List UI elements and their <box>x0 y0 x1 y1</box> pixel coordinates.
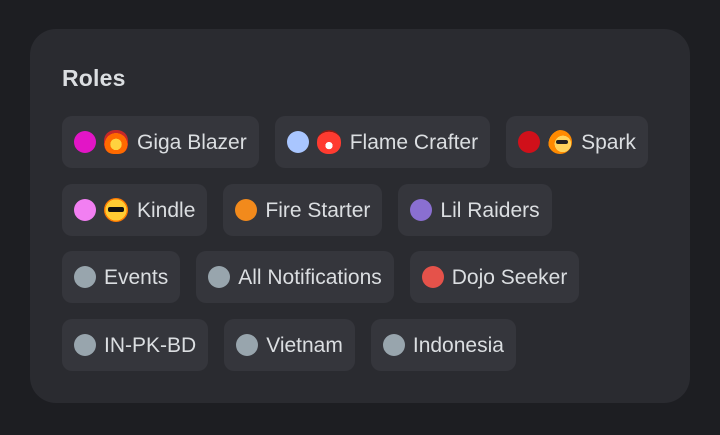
role-label: All Notifications <box>238 265 382 289</box>
cool-face-icon <box>104 198 128 222</box>
fire-face-icon <box>104 130 128 154</box>
role-pill-fire-starter[interactable]: Fire Starter <box>223 184 383 236</box>
role-pill-flame-crafter[interactable]: Flame Crafter <box>274 116 491 168</box>
role-label: Indonesia <box>412 333 504 357</box>
role-label: Giga Blazer <box>137 130 247 154</box>
role-pill-events[interactable]: Events <box>62 251 181 303</box>
role-label: Flame Crafter <box>349 130 479 154</box>
roles-row-1: Giga Blazer Flame Crafter Spark <box>62 116 648 168</box>
role-label: Events <box>104 265 169 289</box>
role-label: Vietnam <box>266 333 343 357</box>
roles-title: Roles <box>62 65 126 91</box>
role-label: IN-PK-BD <box>104 333 197 357</box>
role-pill-lil-raiders[interactable]: Lil Raiders <box>398 184 552 236</box>
role-label: Dojo Seeker <box>451 265 568 289</box>
role-color-dot <box>421 266 444 288</box>
role-color-dot <box>410 199 433 221</box>
role-label: Spark <box>581 130 636 154</box>
roles-panel: Roles Giga Blazer Flame Crafter Spark Ki… <box>30 29 690 403</box>
flame-icon <box>316 130 341 154</box>
role-pill-dojo-seeker[interactable]: Dojo Seeker <box>409 251 580 303</box>
role-color-dot <box>518 131 541 153</box>
role-pill-giga-blazer[interactable]: Giga Blazer <box>62 116 259 168</box>
role-pill-spark[interactable]: Spark <box>506 116 648 168</box>
role-color-dot <box>236 334 259 356</box>
role-pill-in-pk-bd[interactable]: IN-PK-BD <box>62 319 209 371</box>
role-pill-indonesia[interactable]: Indonesia <box>370 319 516 371</box>
role-color-dot <box>208 266 231 288</box>
role-color-dot <box>74 199 96 221</box>
role-color-dot <box>286 131 309 153</box>
role-pill-kindle[interactable]: Kindle <box>62 184 208 236</box>
roles-row-2: Kindle Fire Starter Lil Raiders <box>62 184 552 236</box>
role-label: Lil Raiders <box>440 198 540 222</box>
role-color-dot <box>74 334 96 356</box>
roles-row-3: Events All Notifications Dojo Seeker <box>62 251 580 303</box>
role-color-dot <box>382 334 405 356</box>
role-color-dot <box>74 131 96 153</box>
role-color-dot <box>74 266 96 288</box>
role-pill-all-notifications[interactable]: All Notifications <box>196 251 394 303</box>
role-color-dot <box>235 199 258 221</box>
roles-row-4: IN-PK-BD Vietnam Indonesia <box>62 319 516 371</box>
role-label: Fire Starter <box>265 198 371 222</box>
role-label: Kindle <box>137 198 196 222</box>
role-pill-vietnam[interactable]: Vietnam <box>224 319 355 371</box>
comet-face-icon <box>548 130 573 154</box>
